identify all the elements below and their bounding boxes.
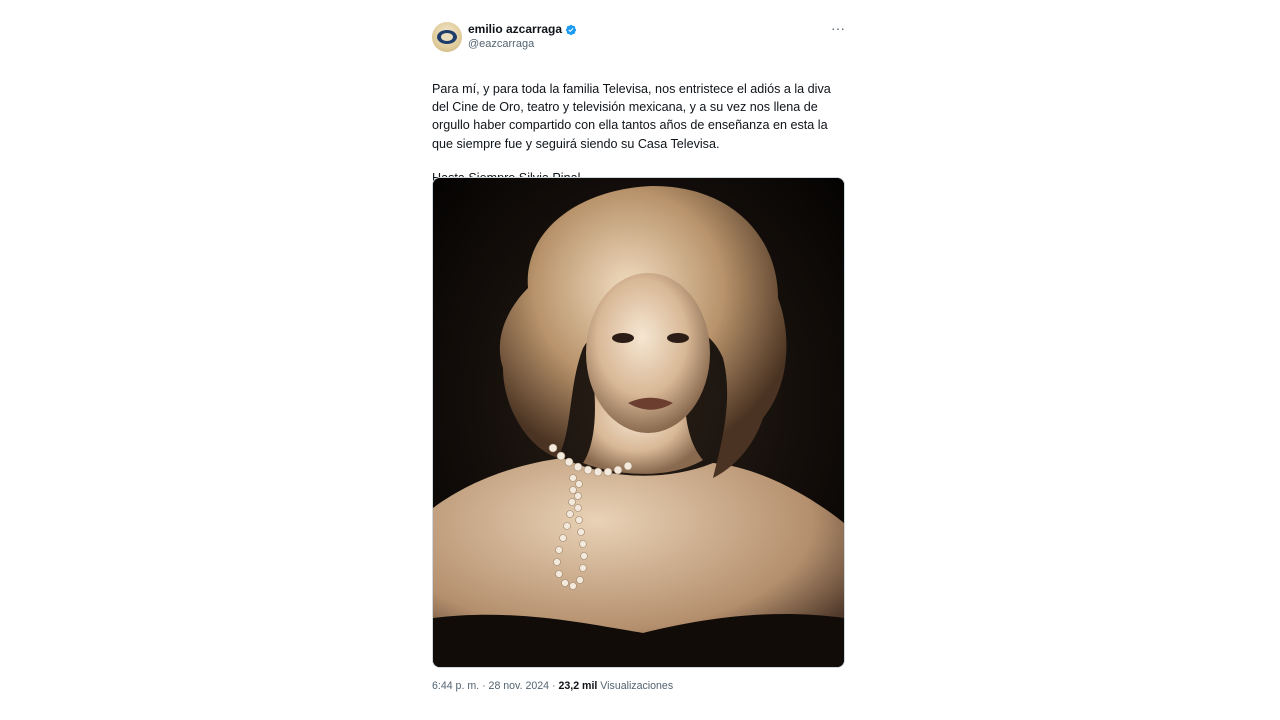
views-label: Visualizaciones bbox=[600, 680, 674, 692]
tweet-card: emilio azcarraga @eazcarraga ··· Para mí… bbox=[432, 18, 845, 692]
display-name-row: emilio azcarraga bbox=[468, 22, 577, 37]
tweet-body: Para mí, y para toda la familia Televisa… bbox=[432, 82, 831, 151]
tweet-header: emilio azcarraga @eazcarraga ··· bbox=[432, 18, 845, 58]
meta-separator: · bbox=[482, 680, 486, 692]
verified-badge-icon bbox=[565, 24, 577, 35]
avatar-logo-icon bbox=[437, 30, 457, 44]
more-options-icon[interactable]: ··· bbox=[831, 20, 845, 36]
tweet-time[interactable]: 6:44 p. m. bbox=[432, 680, 479, 692]
display-name[interactable]: emilio azcarraga bbox=[468, 22, 562, 37]
tweet-text: Para mí, y para toda la familia Televisa… bbox=[432, 80, 842, 187]
author-names: emilio azcarraga @eazcarraga bbox=[468, 22, 577, 52]
views-count: 23,2 mil bbox=[558, 680, 598, 692]
portrait-image bbox=[433, 178, 844, 667]
avatar[interactable] bbox=[432, 22, 462, 52]
tweet-meta: 6:44 p. m. · 28 nov. 2024 · 23,2 mil Vis… bbox=[432, 680, 673, 692]
tweet-photo[interactable] bbox=[432, 177, 845, 668]
user-handle[interactable]: @eazcarraga bbox=[468, 37, 577, 52]
meta-separator-2: · bbox=[551, 680, 556, 692]
tweet-date[interactable]: 28 nov. 2024 bbox=[489, 680, 549, 692]
